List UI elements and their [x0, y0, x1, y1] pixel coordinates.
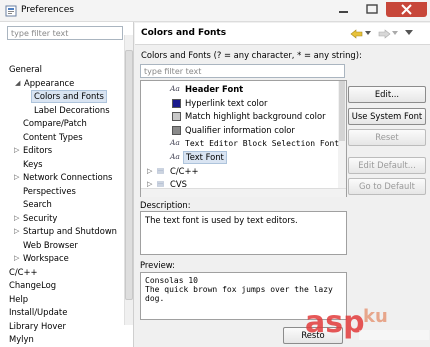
edit-default-button[interactable]: Edit Default...	[348, 157, 426, 174]
reset-button[interactable]: Reset	[348, 129, 426, 146]
back-arrow-icon[interactable]	[350, 29, 364, 39]
font-icon: Aa	[170, 152, 180, 161]
page-title: Colors and Fonts	[141, 28, 227, 38]
tree-scrollbar-thumb[interactable]	[125, 50, 133, 300]
color-font-item[interactable]: Hyperlink text color	[185, 97, 267, 110]
color-font-item[interactable]: Qualifier information color	[185, 124, 295, 137]
forward-arrow-icon[interactable]	[377, 29, 391, 39]
tree-item[interactable]: Library Hover	[9, 320, 66, 333]
collapsed-arrow-icon[interactable]: ▷	[14, 227, 19, 235]
collapsed-arrow-icon[interactable]: ▷	[147, 180, 152, 188]
tree-item[interactable]: Startup and Shutdown	[23, 225, 117, 238]
go-to-default-button[interactable]: Go to Default	[348, 178, 426, 195]
preview-label: Preview:	[140, 260, 175, 270]
tree-item[interactable]: Install/Update	[9, 306, 67, 319]
use-system-font-button[interactable]: Use System Font	[348, 108, 426, 125]
tree-item[interactable]: Network Connections	[23, 171, 112, 184]
color-font-tree: Aa Header Font Hyperlink text color Match h…	[140, 80, 347, 197]
description-label: Description:	[140, 200, 191, 210]
preference-tree: General ◢ Appearance Colors and Fonts Label …	[0, 42, 124, 347]
close-button[interactable]	[386, 2, 427, 17]
minimize-button[interactable]	[330, 2, 358, 17]
window-title: Preferences	[21, 5, 74, 15]
svg-text:asp: asp	[305, 305, 365, 340]
back-dropdown-icon[interactable]	[365, 31, 371, 36]
filter-description: Colors and Fonts (? = any character, * =…	[141, 50, 362, 60]
list-horizontal-scrollbar[interactable]	[141, 188, 346, 197]
tree-item[interactable]: Appearance	[24, 77, 74, 90]
color-font-item[interactable]: Header Font	[185, 83, 243, 96]
color-font-item[interactable]: Text Editor Block Selection Font	[185, 137, 339, 150]
collapsed-arrow-icon[interactable]: ▷	[14, 146, 19, 154]
color-font-item[interactable]: Match highlight background color	[185, 110, 326, 123]
font-icon: Aa	[170, 138, 180, 148]
color-font-item[interactable]: C/C++	[170, 165, 199, 178]
tree-item[interactable]: Mylyn	[9, 333, 34, 346]
colors-filter-input[interactable]: type filter text	[140, 64, 345, 78]
tree-item[interactable]: Keys	[23, 158, 43, 171]
tree-item[interactable]: Workspace	[23, 252, 69, 265]
preference-tree-pane: type filter text General ◢ Appearance Color…	[0, 22, 134, 347]
color-swatch-icon	[172, 125, 181, 135]
collapsed-arrow-icon[interactable]: ▷	[147, 167, 152, 175]
tree-item[interactable]: Security	[23, 212, 57, 225]
svg-text:ku: ku	[363, 306, 388, 327]
page-header: Colors and Fonts	[135, 23, 430, 45]
tree-item[interactable]: Perspectives	[23, 185, 76, 198]
description-box: The text font is used by text editors.	[140, 211, 347, 255]
collapsed-arrow-icon[interactable]: ▷	[14, 254, 19, 262]
watermark-logo: asp ku	[305, 305, 429, 340]
tree-item[interactable]: Editors	[23, 144, 52, 157]
tree-item[interactable]: Content Types	[23, 131, 83, 144]
color-swatch-icon	[172, 98, 181, 108]
collapsed-arrow-icon[interactable]: ▷	[14, 214, 19, 222]
description-text: The text font is used by text editors.	[145, 215, 298, 225]
edit-button[interactable]: Edit...	[348, 86, 426, 103]
preview-line-1: Consolas 10	[145, 276, 198, 285]
tree-item[interactable]: ChangeLog	[9, 279, 56, 292]
tree-item[interactable]: Label Decorations	[34, 104, 110, 117]
color-font-item[interactable]: Text Font	[183, 151, 227, 164]
expanded-arrow-icon[interactable]: ◢	[15, 79, 20, 87]
forward-dropdown-icon[interactable]	[392, 31, 398, 36]
maximize-button[interactable]	[358, 2, 386, 17]
color-swatch-icon	[172, 112, 181, 122]
list-vscroll-icon[interactable]	[338, 81, 346, 188]
tree-item[interactable]: General	[9, 63, 42, 76]
preferences-icon	[5, 5, 17, 17]
tree-item[interactable]: Help	[9, 293, 28, 306]
view-menu-icon[interactable]	[405, 30, 413, 36]
tree-filter-input[interactable]: type filter text	[7, 26, 123, 40]
collapsed-arrow-icon[interactable]: ▷	[14, 173, 19, 181]
tree-item[interactable]: Compare/Patch	[23, 117, 87, 130]
tree-item[interactable]: Colors and Fonts	[31, 90, 107, 103]
folder-icon: ▤	[157, 179, 165, 189]
tree-item[interactable]: C/C++	[9, 266, 38, 279]
tree-item[interactable]: Web Browser	[23, 239, 78, 252]
title-bar: Preferences	[0, 0, 430, 22]
tree-item[interactable]: Search	[23, 198, 52, 211]
folder-icon: ▤	[157, 165, 165, 175]
font-icon: Aa	[170, 84, 180, 93]
